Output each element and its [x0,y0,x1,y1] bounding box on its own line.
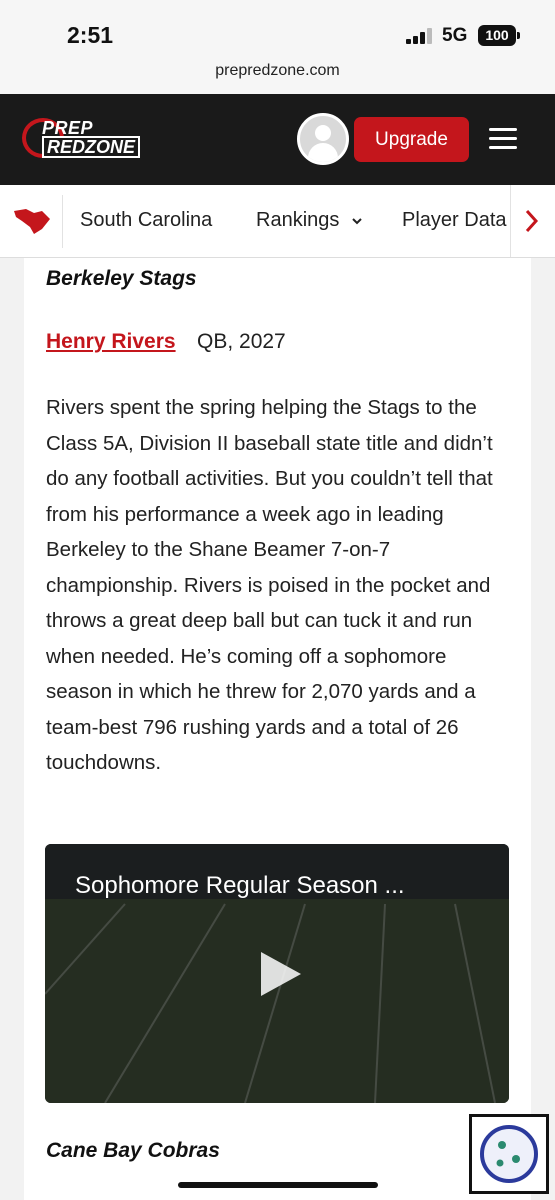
video-player[interactable]: Sophomore Regular Season ... [45,844,509,1103]
status-bar: 2:51 5G 100 [0,0,555,60]
avatar-icon[interactable] [297,113,349,165]
battery-icon: 100 [478,25,520,46]
menu-icon[interactable] [489,128,517,150]
home-indicator [178,1182,378,1188]
player-link[interactable]: Henry Rivers [46,330,176,354]
play-icon[interactable] [261,952,301,996]
browser-url[interactable]: prepredzone.com [0,60,555,94]
article-body: Rivers spent the spring helping the Stag… [46,396,493,774]
site-header: PREP REDZONE [0,94,555,185]
signal-icon [406,28,434,44]
team-heading: Berkeley Stags [46,267,197,290]
nav-rankings-label: Rankings [256,209,340,231]
upgrade-button[interactable]: Upgrade [354,117,469,162]
nav-player-data[interactable]: Player Data [402,209,507,232]
network-label: 5G [442,25,468,46]
chevron-right-icon [525,209,539,233]
logo-bottom-text: REDZONE [42,136,141,158]
scroll-right-button[interactable] [510,185,555,257]
cookie-icon [480,1125,538,1183]
sub-navigation: South Carolina Rankings Player Data [0,185,555,258]
south-carolina-icon[interactable] [12,207,52,235]
site-logo[interactable]: PREP REDZONE [22,118,150,158]
video-title: Sophomore Regular Season ... [75,872,405,899]
nav-rankings[interactable]: Rankings [256,209,363,232]
nav-south-carolina[interactable]: South Carolina [80,209,212,232]
cookie-settings-button[interactable] [469,1114,549,1194]
next-team-heading: Cane Bay Cobras [46,1139,220,1162]
status-time: 2:51 [67,22,114,48]
player-meta: QB, 2027 [197,330,286,353]
chevron-down-icon [352,218,362,225]
